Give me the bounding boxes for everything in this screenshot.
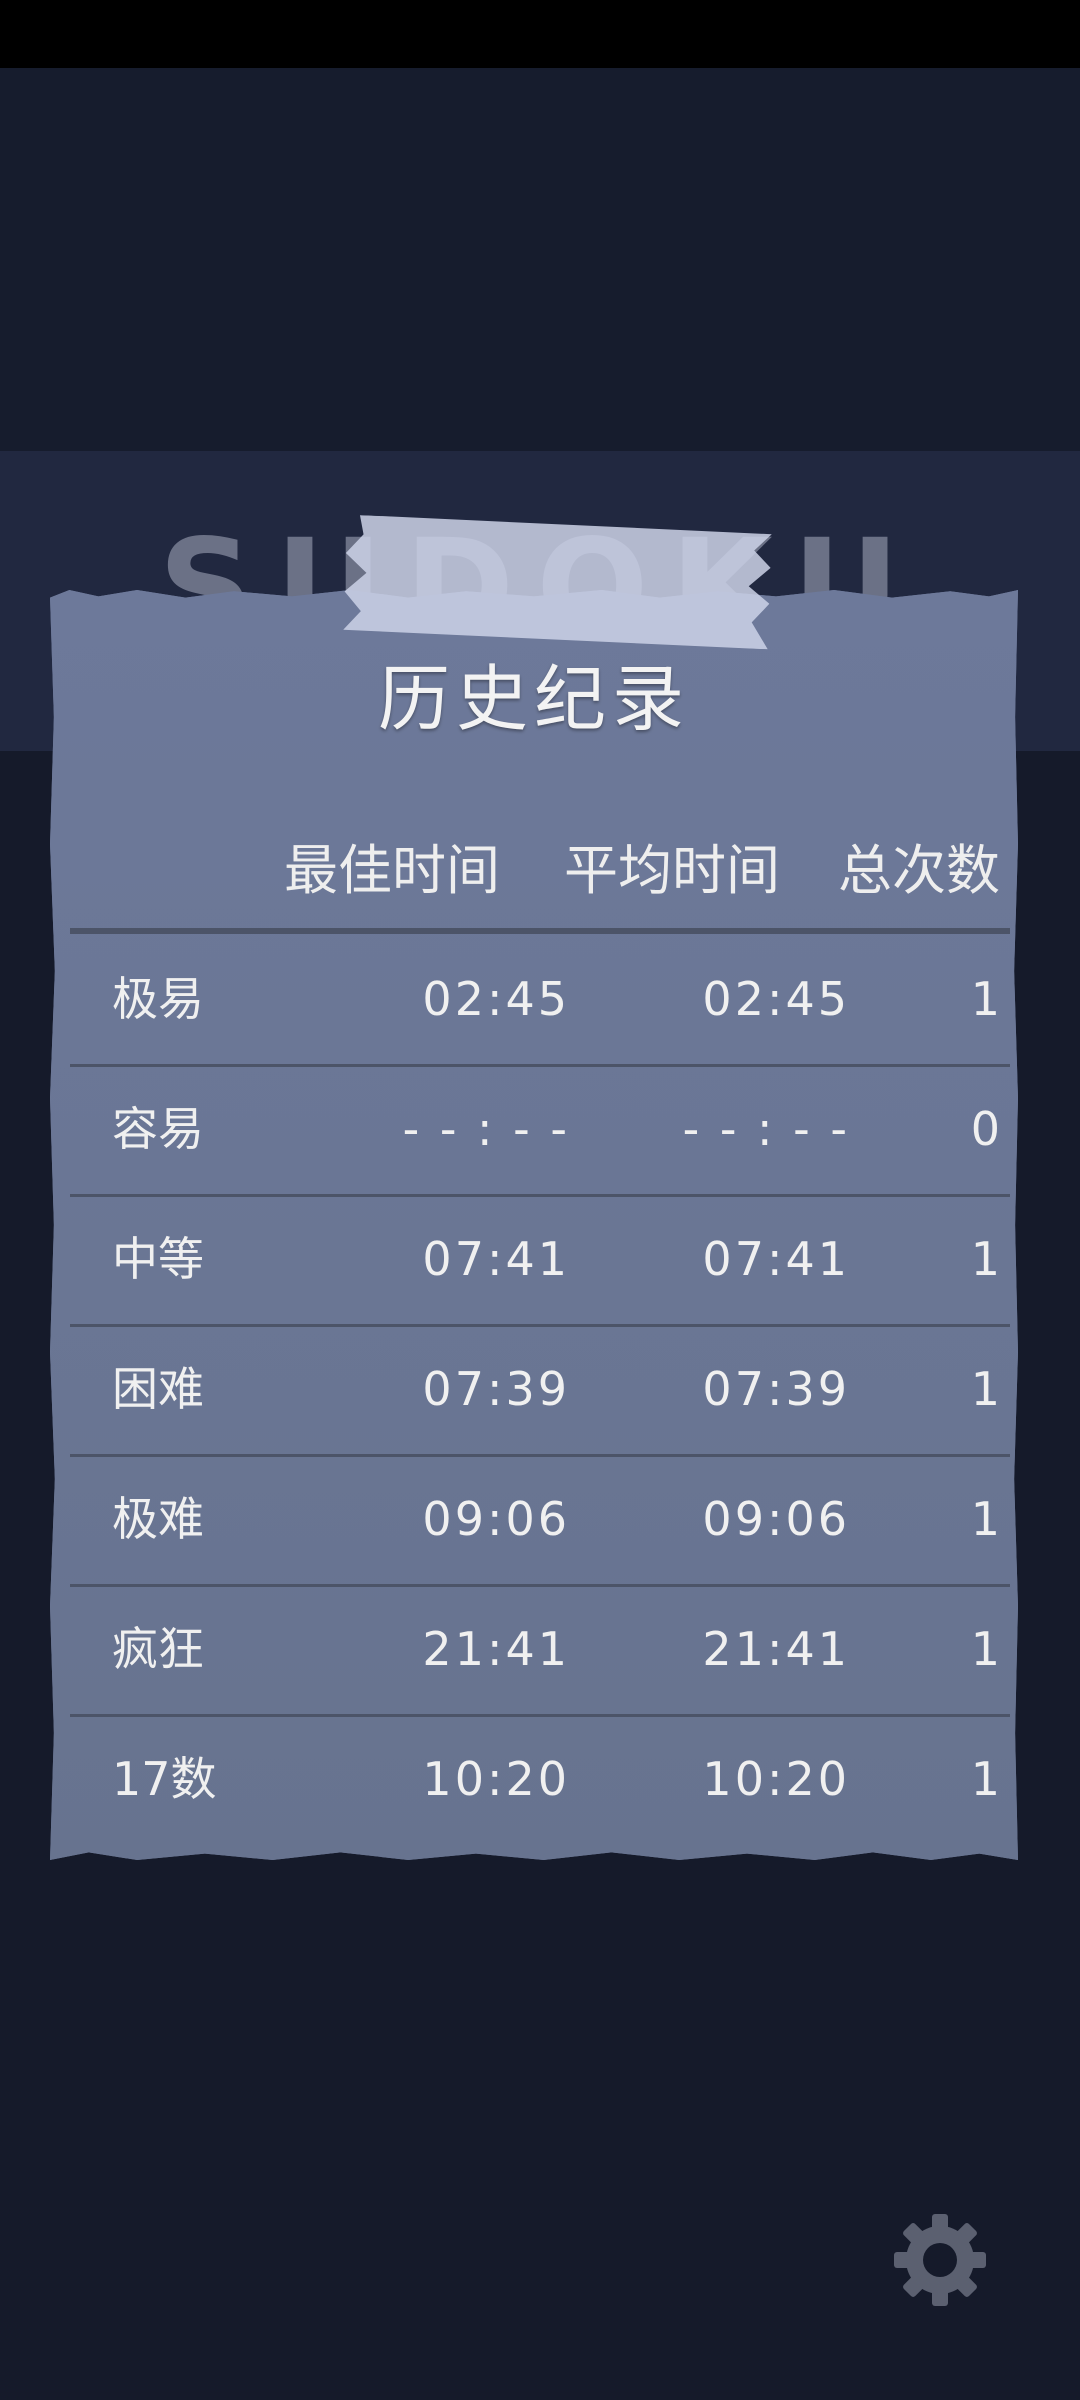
total-count: 1: [970, 1362, 1000, 1416]
best-time: 07:41: [422, 1232, 570, 1286]
header-best-time: 最佳时间: [284, 839, 500, 902]
tape-decoration: [343, 515, 772, 650]
total-count: 1: [970, 972, 1000, 1026]
level-label: 中等: [112, 1232, 204, 1286]
best-time: - - : - -: [402, 1102, 570, 1156]
total-count: 1: [970, 1492, 1000, 1546]
average-time: 07:41: [702, 1232, 850, 1286]
level-label: 困难: [112, 1362, 204, 1416]
average-time: 21:41: [702, 1622, 850, 1676]
table-row: 极易 02:45 02:45 1: [70, 934, 1010, 1067]
total-count: 0: [970, 1102, 1000, 1156]
average-time: - - : - -: [682, 1102, 850, 1156]
table-row: 容易 - - : - - - - : - - 0: [70, 1064, 1010, 1197]
average-time: 10:20: [702, 1752, 850, 1806]
table-row: 中等 07:41 07:41 1: [70, 1194, 1010, 1327]
header-total-count: 总次数: [838, 839, 1000, 902]
best-time: 02:45: [422, 972, 570, 1026]
best-time: 10:20: [422, 1752, 570, 1806]
best-time: 07:39: [422, 1362, 570, 1416]
table-row: 困难 07:39 07:39 1: [70, 1324, 1010, 1457]
average-time: 07:39: [702, 1362, 850, 1416]
history-title: 历史纪录: [377, 657, 690, 741]
table-row: 17数 10:20 10:20 1: [70, 1714, 1010, 1844]
table-row: 极难 09:06 09:06 1: [70, 1454, 1010, 1587]
level-label: 疯狂: [112, 1622, 204, 1676]
header-average-time: 平均时间: [564, 839, 780, 902]
best-time: 21:41: [422, 1622, 570, 1676]
table-row: 疯狂 21:41 21:41 1: [70, 1584, 1010, 1717]
settings-button[interactable]: [890, 2210, 990, 2310]
top-area: [0, 68, 1080, 451]
average-time: 02:45: [702, 972, 850, 1026]
gear-icon: [894, 2214, 986, 2306]
average-time: 09:06: [702, 1492, 850, 1546]
level-label: 容易: [112, 1102, 204, 1156]
total-count: 1: [970, 1752, 1000, 1806]
level-label: 极难: [112, 1492, 204, 1546]
level-label: 极易: [112, 972, 204, 1026]
status-bar: [0, 0, 1080, 68]
best-time: 09:06: [422, 1492, 570, 1546]
total-count: 1: [970, 1232, 1000, 1286]
total-count: 1: [970, 1622, 1000, 1676]
level-label: 17数: [112, 1752, 217, 1806]
